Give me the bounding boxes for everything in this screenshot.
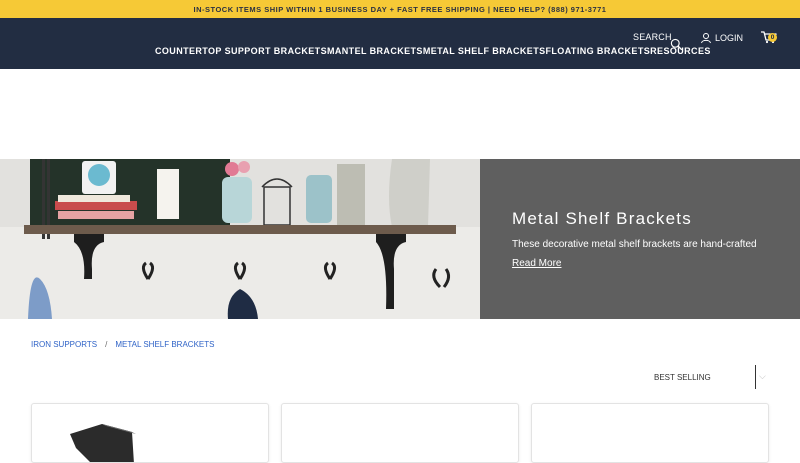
- nav-resources[interactable]: RESOURCES: [650, 46, 711, 56]
- cart-count-badge: 0: [768, 33, 777, 42]
- product-card[interactable]: [31, 403, 269, 463]
- login-label: LOGIN: [715, 33, 744, 43]
- primary-nav: COUNTERTOP SUPPORT BRACKETS MANTEL BRACK…: [155, 46, 711, 56]
- breadcrumb: IRON SUPPORTS / METAL SHELF BRACKETS: [31, 340, 214, 349]
- category-hero: Metal Shelf Brackets These decorative me…: [0, 159, 800, 319]
- search-label: SEARCH: [633, 32, 672, 42]
- chevron-down-icon: ⌵: [759, 371, 766, 381]
- category-title: Metal Shelf Brackets: [512, 209, 692, 228]
- product-card[interactable]: [281, 403, 519, 463]
- nav-countertop-support-brackets[interactable]: COUNTERTOP SUPPORT BRACKETS: [155, 46, 327, 56]
- sort-divider: [748, 365, 756, 389]
- product-card[interactable]: [531, 403, 769, 463]
- sort-selected-value: BEST SELLING: [654, 372, 711, 382]
- category-description: These decorative metal shelf brackets ar…: [512, 239, 757, 250]
- nav-metal-shelf-brackets[interactable]: METAL SHELF BRACKETS: [423, 46, 546, 56]
- main-header: SEARCH LOGIN 0 COUNTERTOP SUPPORT BRACKE…: [0, 18, 800, 69]
- breadcrumb-item[interactable]: IRON SUPPORTS: [31, 340, 97, 349]
- nav-mantel-brackets[interactable]: MANTEL BRACKETS: [327, 46, 423, 56]
- search-button[interactable]: SEARCH: [633, 32, 672, 42]
- read-more-link[interactable]: Read More: [512, 258, 561, 269]
- nav-floating-brackets[interactable]: FLOATING BRACKETS: [546, 46, 651, 56]
- hero-text-panel: Metal Shelf Brackets These decorative me…: [480, 159, 800, 319]
- hero-image: [0, 159, 480, 319]
- product-image: [70, 424, 136, 462]
- breadcrumb-item[interactable]: METAL SHELF BRACKETS: [115, 340, 214, 349]
- login-button[interactable]: LOGIN: [700, 32, 743, 44]
- user-icon: [701, 33, 711, 44]
- sort-select[interactable]: BEST SELLING ⌵: [648, 364, 768, 390]
- promo-banner: IN-STOCK ITEMS SHIP WITHIN 1 BUSINESS DA…: [0, 0, 800, 18]
- breadcrumb-separator: /: [105, 340, 108, 349]
